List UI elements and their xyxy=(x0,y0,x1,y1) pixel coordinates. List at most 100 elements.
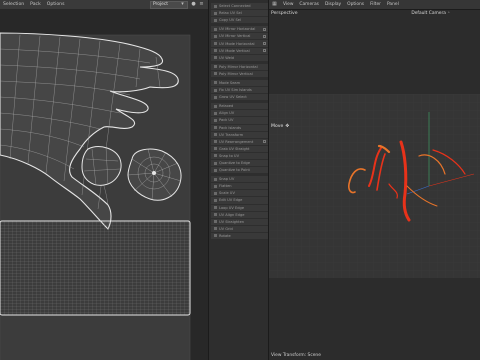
tool-icon xyxy=(214,4,217,8)
tool-item-label: Edit UV Edge xyxy=(219,198,243,203)
options-icon[interactable]: ≡ xyxy=(199,2,204,7)
tool-item[interactable]: Flatten xyxy=(211,183,268,190)
tool-item[interactable]: Pack Islands xyxy=(211,124,268,131)
tool-icon xyxy=(214,198,217,202)
tool-item-label: UV Mirror Vertical xyxy=(219,34,251,39)
menu-options[interactable]: Options xyxy=(44,2,68,7)
tool-item[interactable]: UV Transform xyxy=(211,131,268,138)
tool-item[interactable]: Copy UV Sel xyxy=(211,17,268,24)
tool-item[interactable]: Relax UV Sel xyxy=(211,10,268,17)
viewport-scene[interactable] xyxy=(269,94,480,278)
tool-item[interactable]: Relaxed xyxy=(211,103,268,110)
viewport-nav-icons: ▦ xyxy=(269,2,280,7)
uv-toolbar: Project ▾ ● ≡ xyxy=(149,0,208,9)
tool-item-label: Quantize to Edge xyxy=(219,161,251,166)
tool-icon xyxy=(214,227,217,231)
tool-item[interactable]: UV Straighten xyxy=(211,218,268,225)
uv-canvas[interactable] xyxy=(0,9,208,360)
chevron-down-icon: ▾ xyxy=(181,1,184,7)
tool-item-label: Loop UV Edge xyxy=(219,205,245,210)
tool-item[interactable]: UV Mirror Vertical xyxy=(211,33,268,40)
tool-icon xyxy=(214,161,217,165)
tool-item[interactable]: Quantize to Point xyxy=(211,167,268,174)
menu-panel[interactable]: Panel xyxy=(384,2,402,7)
tool-icon xyxy=(214,27,217,31)
tool-item-label: UV Align Edge xyxy=(219,212,245,217)
tool-icon xyxy=(214,42,217,46)
tool-item[interactable]: Pack UV xyxy=(211,117,268,124)
tool-icon xyxy=(214,56,217,60)
tool-icon xyxy=(214,95,217,99)
tool-option-checkbox[interactable] xyxy=(263,49,266,53)
tool-icon xyxy=(214,147,217,151)
tool-item[interactable]: Align UV xyxy=(211,110,268,117)
tool-option-checkbox[interactable] xyxy=(263,41,266,45)
uv-space-dropdown[interactable]: Project ▾ xyxy=(149,0,188,9)
tool-icon xyxy=(214,168,217,172)
viewport-title: Perspective xyxy=(271,11,298,16)
viewport-header: Perspective Default Camera ◦ xyxy=(269,10,480,17)
tool-item-label: Scale UV xyxy=(219,191,235,196)
menu-view[interactable]: View xyxy=(280,2,296,7)
camera-label[interactable]: Default Camera ◦ xyxy=(411,11,480,16)
move-tool-indicator[interactable]: Move ✥ xyxy=(271,124,289,129)
tool-item-label: UV Transform xyxy=(219,132,244,137)
tool-icon xyxy=(214,140,217,144)
tool-icon xyxy=(214,206,217,210)
menu-options[interactable]: Options xyxy=(344,2,367,7)
tool-item[interactable]: Edit UV Edge xyxy=(211,197,268,204)
tool-item[interactable]: Quantize to Edge xyxy=(211,159,268,167)
tool-option-checkbox[interactable] xyxy=(263,140,266,144)
tool-icon xyxy=(214,191,217,195)
tool-item[interactable]: UV Grid xyxy=(211,225,268,232)
tool-item[interactable]: Fix UV Sim Islands xyxy=(211,87,268,94)
tool-item[interactable]: UV Weld xyxy=(211,54,268,61)
tool-item-label: Relaxed xyxy=(219,104,234,109)
uv-shell-palm[interactable] xyxy=(81,146,122,186)
uv-shell-strip[interactable] xyxy=(0,220,191,316)
tool-item[interactable]: Scale UV xyxy=(211,190,268,197)
tool-item[interactable]: Poly Mirror Horizontal xyxy=(211,63,268,70)
tool-option-checkbox[interactable] xyxy=(263,34,266,38)
tool-item[interactable]: Snap UV xyxy=(211,176,268,183)
menu-selection[interactable]: Selection xyxy=(0,2,27,7)
record-icon[interactable]: ● xyxy=(191,2,196,7)
tool-item[interactable]: Mode Seam xyxy=(211,79,268,87)
tool-item-label: UV Grid xyxy=(219,226,233,231)
tool-item[interactable]: Loop UV Edge xyxy=(211,204,268,211)
tool-option-checkbox[interactable] xyxy=(263,27,266,31)
menu-display[interactable]: Display xyxy=(322,2,344,7)
menu-pack[interactable]: Pack xyxy=(27,2,44,7)
uv-editor-panel: Selection Pack Options Project ▾ ● ≡ xyxy=(0,0,208,360)
tool-icon xyxy=(214,213,217,217)
tool-icon xyxy=(214,111,217,115)
tool-item[interactable]: UV Align Edge xyxy=(211,211,268,218)
tool-item[interactable]: UV Mode Horizontal xyxy=(211,40,268,47)
tool-icon xyxy=(214,133,217,137)
grid-icon[interactable]: ▦ xyxy=(272,2,277,7)
tool-item-label: UV Weld xyxy=(219,55,235,60)
tool-item-label: UV Rearrangement xyxy=(219,139,254,144)
menu-cameras[interactable]: Cameras xyxy=(296,2,322,7)
tool-item-label: Snap UV xyxy=(219,177,235,182)
tool-item-label: Flatten xyxy=(219,184,232,189)
tool-item-label: Mode Seam xyxy=(219,80,241,85)
tool-item[interactable]: Poly Mirror Vertical xyxy=(211,70,268,77)
tool-item-label: Rotate xyxy=(219,233,231,238)
menu-filter[interactable]: Filter xyxy=(367,2,384,7)
tool-item[interactable]: Grab UV Straight xyxy=(211,145,268,152)
tool-item-label: Align UV xyxy=(219,111,235,116)
tool-item[interactable]: Rotate xyxy=(211,232,268,239)
tool-item[interactable]: Grow UV Select xyxy=(211,94,268,101)
tool-item[interactable]: UV Mirror Horizontal xyxy=(211,26,268,33)
tool-icon xyxy=(214,234,217,238)
tool-item[interactable]: Snap to UV xyxy=(211,152,268,159)
tool-icon xyxy=(214,81,217,85)
tool-item[interactable]: UV Mode Vertical xyxy=(211,47,268,54)
tool-item[interactable]: UV Rearrangement xyxy=(211,138,268,145)
tool-item-label: Copy UV Sel xyxy=(219,18,241,23)
viewport-panel: ▦ View Cameras Display Options Filter Pa… xyxy=(269,0,480,360)
tool-item[interactable]: Select Connected xyxy=(211,3,268,10)
tool-icon xyxy=(214,49,217,53)
tool-item-label: Poly Mirror Vertical xyxy=(219,71,253,76)
